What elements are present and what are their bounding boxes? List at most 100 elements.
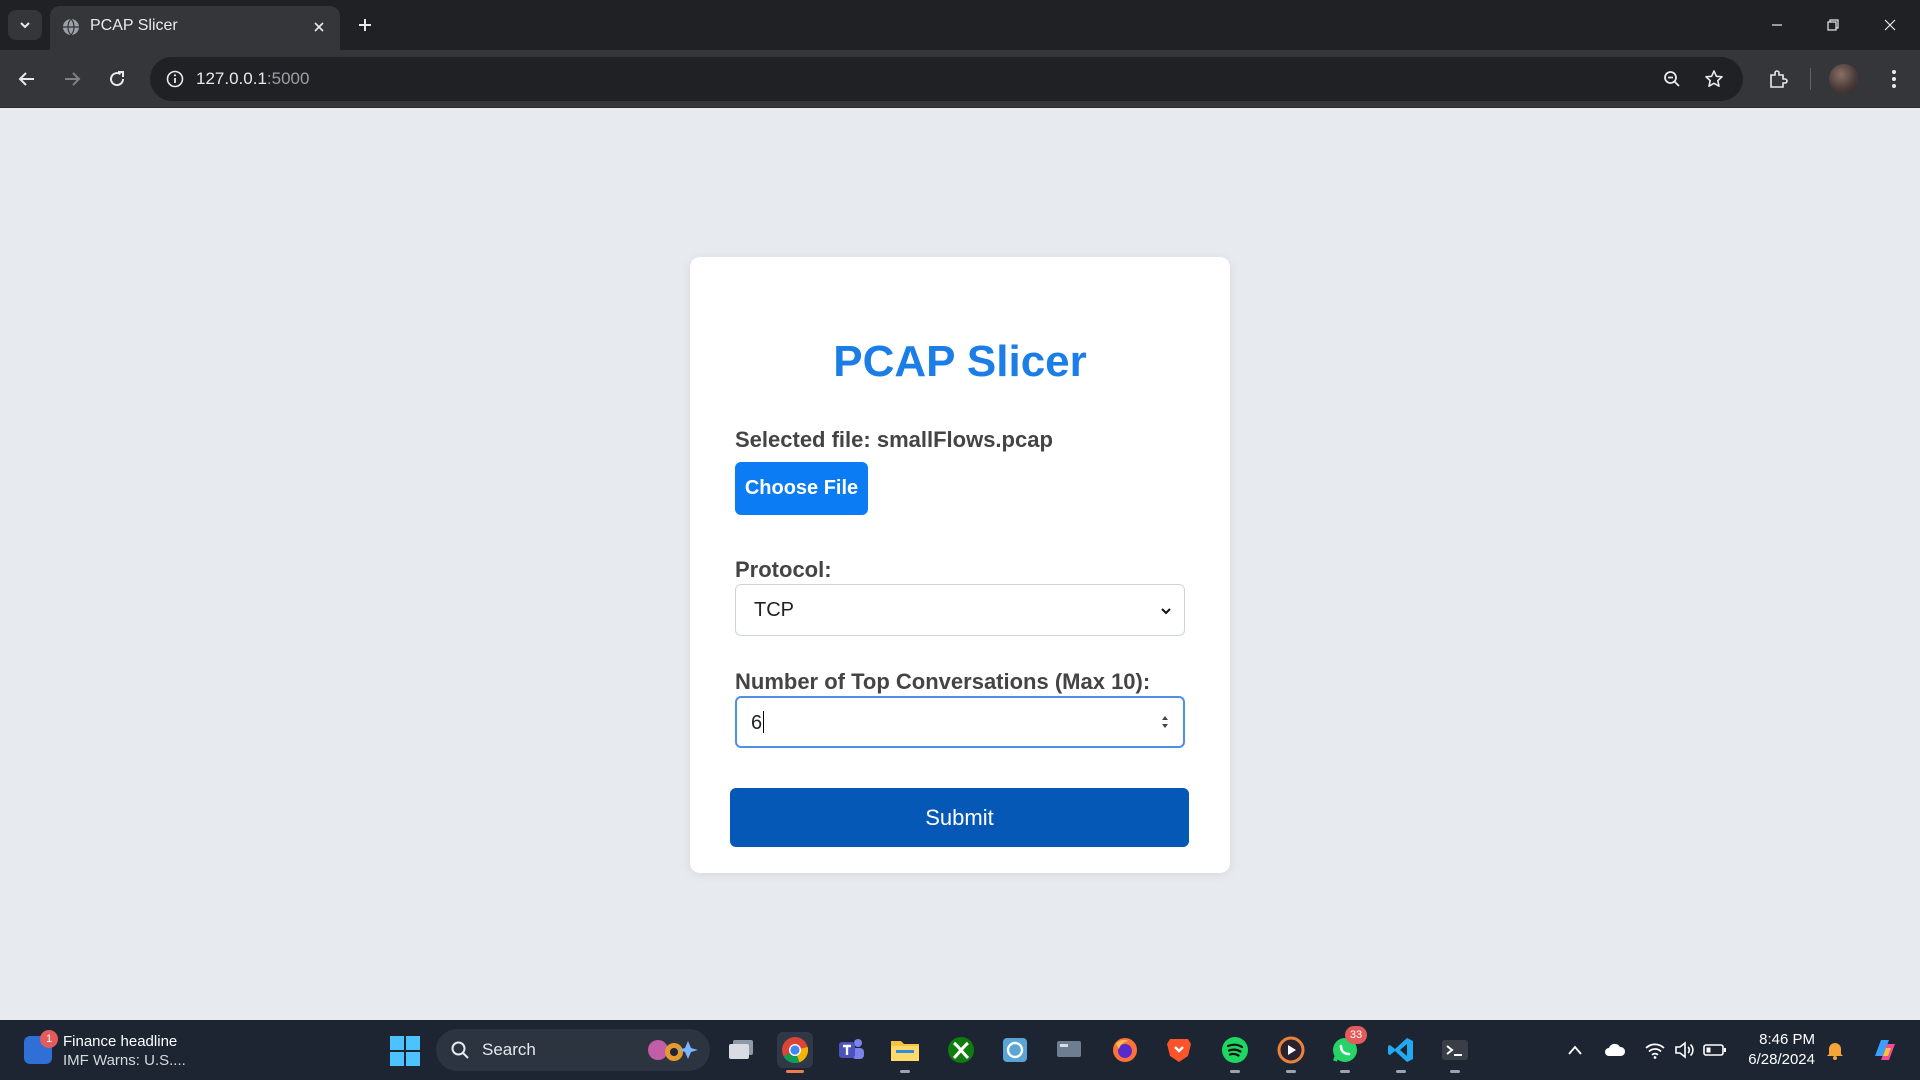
- plus-icon: [359, 19, 371, 31]
- info-icon: [166, 70, 184, 88]
- search-label: Search: [482, 1040, 536, 1059]
- protocol-selected-value: TCP: [754, 599, 794, 621]
- whatsapp-badge: 33: [1345, 1026, 1367, 1044]
- forward-button[interactable]: [56, 63, 88, 95]
- tray-onedrive[interactable]: [1603, 1038, 1627, 1062]
- tray-wifi[interactable]: [1643, 1038, 1667, 1062]
- reload-icon: [110, 71, 125, 87]
- bell-icon: [1827, 1043, 1843, 1060]
- extensions-button[interactable]: [1762, 63, 1794, 95]
- spotify-icon: [1222, 1037, 1248, 1063]
- selected-file-label: Selected file: smallFlows.pcap: [735, 427, 1053, 452]
- taskbar-terminal[interactable]: [1437, 1032, 1473, 1073]
- more-vertical-icon: [1892, 70, 1896, 88]
- tray-overflow-button[interactable]: [1563, 1038, 1587, 1062]
- browser-tab[interactable]: PCAP Slicer: [50, 6, 340, 50]
- arrow-right-icon: [65, 72, 81, 86]
- profile-avatar[interactable]: [1829, 64, 1859, 94]
- firefox-icon: [1113, 1038, 1137, 1062]
- tray-volume[interactable]: [1673, 1038, 1697, 1062]
- url-port: :5000: [266, 69, 310, 88]
- browser-menu-button[interactable]: [1878, 63, 1910, 95]
- cloud-icon: [1605, 1043, 1626, 1056]
- site-info-button[interactable]: [160, 64, 190, 94]
- news-widget[interactable]: 1 Finance headline IMF Warns: U.S....: [20, 1030, 210, 1072]
- taskbar-file-explorer[interactable]: [887, 1032, 923, 1073]
- app-window-icon: [1003, 1038, 1027, 1062]
- star-icon: [1705, 70, 1723, 87]
- taskbar-chrome[interactable]: [777, 1032, 813, 1073]
- protocol-label: Protocol:: [735, 557, 832, 582]
- taskbar-brave[interactable]: [1161, 1032, 1197, 1068]
- windows-logo-pane: [406, 1036, 420, 1050]
- new-tab-button[interactable]: [352, 12, 378, 38]
- monitor-icon: [1057, 1041, 1081, 1057]
- system-clock[interactable]: 8:46 PM 6/28/2024: [1735, 1030, 1815, 1070]
- reload-button[interactable]: [101, 63, 133, 95]
- taskbar-firefox[interactable]: [1107, 1032, 1143, 1068]
- url-host: 127.0.0.1: [196, 69, 267, 88]
- minimize-button[interactable]: [1757, 10, 1797, 40]
- taskbar-media-player[interactable]: [1273, 1032, 1309, 1073]
- terminal-icon: [1442, 1040, 1468, 1060]
- form-card: PCAP Slicer Selected file: smallFlows.pc…: [690, 257, 1230, 873]
- tray-battery[interactable]: [1703, 1038, 1727, 1062]
- number-value-text: 6: [751, 712, 763, 734]
- folder-icon: [891, 1041, 919, 1061]
- news-badge: 1: [40, 1030, 58, 1048]
- puzzle-icon: [1770, 70, 1788, 88]
- copilot-icon: [1875, 1040, 1895, 1060]
- taskbar-vscode[interactable]: [1383, 1032, 1419, 1073]
- bookmark-button[interactable]: [1699, 64, 1729, 94]
- submit-button[interactable]: Submit: [730, 788, 1189, 847]
- taskbar-app-gray[interactable]: [1051, 1032, 1087, 1068]
- address-bar[interactable]: 127.0.0.1:5000: [150, 57, 1743, 101]
- running-indicator: [1396, 1070, 1406, 1073]
- protocol-select[interactable]: TCP: [735, 584, 1185, 636]
- battery-icon: [1703, 1044, 1726, 1056]
- taskbar-teams[interactable]: [833, 1032, 869, 1068]
- close-icon: [314, 22, 324, 32]
- page-title: PCAP Slicer: [833, 337, 1087, 386]
- back-button[interactable]: [11, 63, 43, 95]
- top-conversations-value: 6: [751, 711, 765, 735]
- taskbar-app-blue[interactable]: [997, 1032, 1033, 1068]
- vscode-icon: [1388, 1038, 1413, 1062]
- play-icon: [1277, 1036, 1305, 1064]
- brave-icon: [1167, 1039, 1191, 1062]
- chrome-icon: [782, 1037, 809, 1064]
- news-title: Finance headline: [63, 1033, 178, 1050]
- windows-logo-pane: [390, 1036, 404, 1050]
- number-spinner[interactable]: [1159, 712, 1171, 732]
- running-indicator: [900, 1070, 910, 1073]
- browser-toolbar: 127.0.0.1:5000: [0, 50, 1920, 108]
- start-button[interactable]: [390, 1036, 420, 1066]
- taskbar-spotify[interactable]: [1217, 1032, 1253, 1073]
- taskbar-search[interactable]: Search: [436, 1029, 710, 1071]
- taskbar-xbox[interactable]: [943, 1032, 979, 1068]
- windows-logo-pane: [406, 1052, 420, 1066]
- restore-icon: [1827, 19, 1839, 31]
- zoom-button[interactable]: [1657, 64, 1687, 94]
- tab-search-button[interactable]: [8, 10, 42, 40]
- clock-time: 8:46 PM: [1759, 1031, 1815, 1048]
- toolbar-separator: [1810, 68, 1811, 90]
- tray-notifications[interactable]: [1823, 1038, 1847, 1062]
- tab-close-button[interactable]: [308, 16, 330, 38]
- speaker-icon: [1675, 1041, 1694, 1059]
- clock-date: 6/28/2024: [1748, 1051, 1815, 1068]
- news-subtitle: IMF Warns: U.S....: [63, 1052, 186, 1069]
- restore-button[interactable]: [1813, 10, 1853, 40]
- running-indicator: [786, 1070, 804, 1073]
- tray-copilot[interactable]: [1868, 1033, 1902, 1067]
- taskbar-task-view[interactable]: [723, 1032, 759, 1068]
- running-indicator: [1340, 1070, 1350, 1073]
- top-conversations-input[interactable]: 6: [735, 696, 1185, 748]
- close-window-button[interactable]: [1870, 10, 1910, 40]
- running-indicator: [1286, 1070, 1296, 1073]
- arrow-left-icon: [18, 72, 34, 86]
- choose-file-button[interactable]: Choose File: [735, 462, 868, 515]
- taskbar-whatsapp[interactable]: 33: [1327, 1026, 1367, 1073]
- windows-logo-pane: [390, 1052, 404, 1066]
- text-caret: [763, 711, 765, 733]
